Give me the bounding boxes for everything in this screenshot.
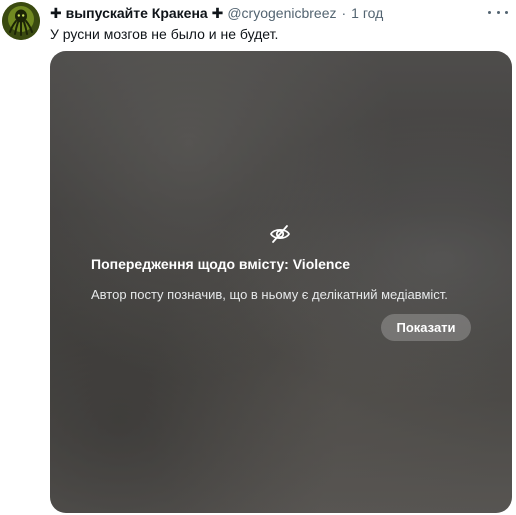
sensitive-media: Попередження щодо вмісту: Violence Автор…: [50, 51, 512, 513]
content-warning-description: Автор посту позначив, що в ньому є делік…: [91, 287, 448, 302]
separator-dot: ·: [341, 5, 347, 21]
tweet-text: У русни мозгов не было и не будет.: [50, 26, 279, 42]
tweet: ✚ выпускайте Кракена ✚ @cryogenicbreez ·…: [0, 0, 516, 515]
tweet-header: ✚ выпускайте Кракена ✚ @cryogenicbreez ·…: [50, 4, 516, 22]
display-name[interactable]: ✚ выпускайте Кракена ✚: [50, 5, 223, 22]
more-horizontal-icon[interactable]: [488, 4, 508, 20]
kraken-avatar-image: [2, 2, 40, 40]
avatar[interactable]: [2, 2, 40, 40]
blur-overlay: [50, 51, 512, 513]
eye-slash-icon: [269, 225, 291, 243]
content-warning-title: Попередження щодо вмісту: Violence: [91, 256, 351, 272]
user-handle[interactable]: @cryogenicbreez: [227, 5, 336, 21]
timestamp[interactable]: 1 год: [351, 5, 383, 21]
show-button[interactable]: Показати: [381, 314, 471, 341]
